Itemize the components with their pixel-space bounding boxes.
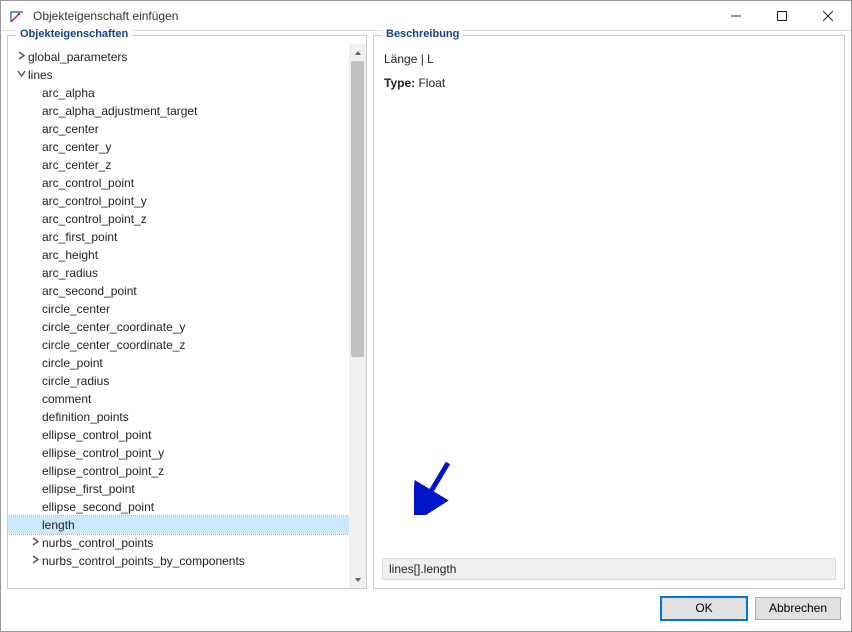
- tree-item[interactable]: circle_point: [8, 354, 349, 372]
- tree-item-label: global_parameters: [28, 50, 127, 64]
- chevron-right-icon[interactable]: [28, 537, 42, 549]
- tree-item[interactable]: circle_center_coordinate_y: [8, 318, 349, 336]
- scroll-down-icon[interactable]: [349, 571, 366, 588]
- tree-item[interactable]: nurbs_control_points: [8, 534, 349, 552]
- description-text: Länge | L: [384, 52, 834, 66]
- description-panel: Beschreibung Länge | L Type: Float: [373, 35, 845, 589]
- tree-item[interactable]: arc_alpha_adjustment_target: [8, 102, 349, 120]
- tree-item-label: nurbs_control_points_by_components: [42, 554, 245, 568]
- tree-item[interactable]: ellipse_control_point_z: [8, 462, 349, 480]
- tree-item-label: ellipse_control_point: [42, 428, 151, 442]
- scroll-track[interactable]: [349, 61, 366, 571]
- tree-item-label: ellipse_first_point: [42, 482, 135, 496]
- properties-panel: Objekteigenschaften global_parameterslin…: [7, 35, 367, 589]
- chevron-down-icon[interactable]: [14, 69, 28, 81]
- tree-item[interactable]: ellipse_control_point_y: [8, 444, 349, 462]
- tree-item[interactable]: circle_center: [8, 300, 349, 318]
- tree-item-label: arc_control_point_z: [42, 212, 147, 226]
- tree-item[interactable]: arc_first_point: [8, 228, 349, 246]
- tree-item[interactable]: nurbs_control_points_by_components: [8, 552, 349, 570]
- tree-item[interactable]: arc_height: [8, 246, 349, 264]
- tree-item-label: arc_control_point: [42, 176, 134, 190]
- window-title: Objekteigenschaft einfügen: [33, 9, 178, 23]
- tree-item[interactable]: arc_radius: [8, 264, 349, 282]
- cancel-button[interactable]: Abbrechen: [755, 597, 841, 620]
- type-value: Float: [418, 76, 445, 90]
- tree-item-label: arc_alpha_adjustment_target: [42, 104, 197, 118]
- tree-item-label: ellipse_second_point: [42, 500, 154, 514]
- tree-item[interactable]: ellipse_first_point: [8, 480, 349, 498]
- annotation-arrow-icon: [414, 459, 456, 518]
- tree-item-label: comment: [42, 392, 91, 406]
- scroll-up-icon[interactable]: [349, 44, 366, 61]
- scroll-thumb[interactable]: [351, 61, 364, 357]
- tree-item-label: lines: [28, 68, 53, 82]
- description-panel-title: Beschreibung: [382, 28, 463, 40]
- tree-item[interactable]: ellipse_second_point: [8, 498, 349, 516]
- tree-item[interactable]: arc_second_point: [8, 282, 349, 300]
- tree-item[interactable]: ellipse_control_point: [8, 426, 349, 444]
- chevron-right-icon[interactable]: [14, 51, 28, 63]
- dialog-content: Objekteigenschaften global_parameterslin…: [1, 31, 851, 589]
- tree-item-label: circle_center_coordinate_z: [42, 338, 185, 352]
- type-label: Type:: [384, 76, 415, 90]
- properties-tree[interactable]: global_parameterslines arc_alpha arc_alpha…: [8, 44, 349, 588]
- tree-item-label: arc_second_point: [42, 284, 137, 298]
- tree-item-label: arc_center_y: [42, 140, 111, 154]
- tree-item[interactable]: arc_center_y: [8, 138, 349, 156]
- ok-button[interactable]: OK: [661, 597, 747, 620]
- tree-item[interactable]: global_parameters: [8, 48, 349, 66]
- tree-item-label: arc_alpha: [42, 86, 95, 100]
- properties-panel-title: Objekteigenschaften: [16, 28, 132, 40]
- tree-item-label: arc_center: [42, 122, 99, 136]
- property-path-field[interactable]: lines[].length: [382, 558, 836, 580]
- tree-item-label: ellipse_control_point_z: [42, 464, 164, 478]
- tree-item-label: arc_center_z: [42, 158, 111, 172]
- chevron-right-icon[interactable]: [28, 555, 42, 567]
- minimize-button[interactable]: [713, 1, 759, 31]
- tree-item-label: nurbs_control_points: [42, 536, 153, 550]
- close-button[interactable]: [805, 1, 851, 31]
- tree-item-label: ellipse_control_point_y: [42, 446, 164, 460]
- tree-item[interactable]: arc_center: [8, 120, 349, 138]
- tree-item[interactable]: circle_center_coordinate_z: [8, 336, 349, 354]
- tree-item-label: circle_radius: [42, 374, 109, 388]
- tree-item-label: arc_first_point: [42, 230, 117, 244]
- tree-item[interactable]: arc_control_point_z: [8, 210, 349, 228]
- dialog-footer: OK Abbrechen: [1, 589, 851, 627]
- tree-item[interactable]: arc_control_point_y: [8, 192, 349, 210]
- tree-item-label: arc_height: [42, 248, 98, 262]
- tree-item-label: arc_radius: [42, 266, 98, 280]
- tree-item-label: arc_control_point_y: [42, 194, 147, 208]
- tree-item[interactable]: lines: [8, 66, 349, 84]
- tree-item-label: circle_center: [42, 302, 110, 316]
- description-type: Type: Float: [384, 76, 834, 90]
- tree-item-label: definition_points: [42, 410, 129, 424]
- maximize-button[interactable]: [759, 1, 805, 31]
- titlebar: Objekteigenschaft einfügen: [1, 1, 851, 31]
- tree-item-label: circle_center_coordinate_y: [42, 320, 185, 334]
- tree-item[interactable]: arc_control_point: [8, 174, 349, 192]
- tree-item[interactable]: definition_points: [8, 408, 349, 426]
- tree-item[interactable]: arc_center_z: [8, 156, 349, 174]
- tree-item-label: circle_point: [42, 356, 103, 370]
- tree-item-label: length: [42, 518, 75, 532]
- app-icon: [9, 8, 25, 24]
- tree-item[interactable]: circle_radius: [8, 372, 349, 390]
- tree-item[interactable]: length: [8, 516, 349, 534]
- tree-item[interactable]: comment: [8, 390, 349, 408]
- tree-scrollbar[interactable]: [349, 44, 366, 588]
- tree-item[interactable]: arc_alpha: [8, 84, 349, 102]
